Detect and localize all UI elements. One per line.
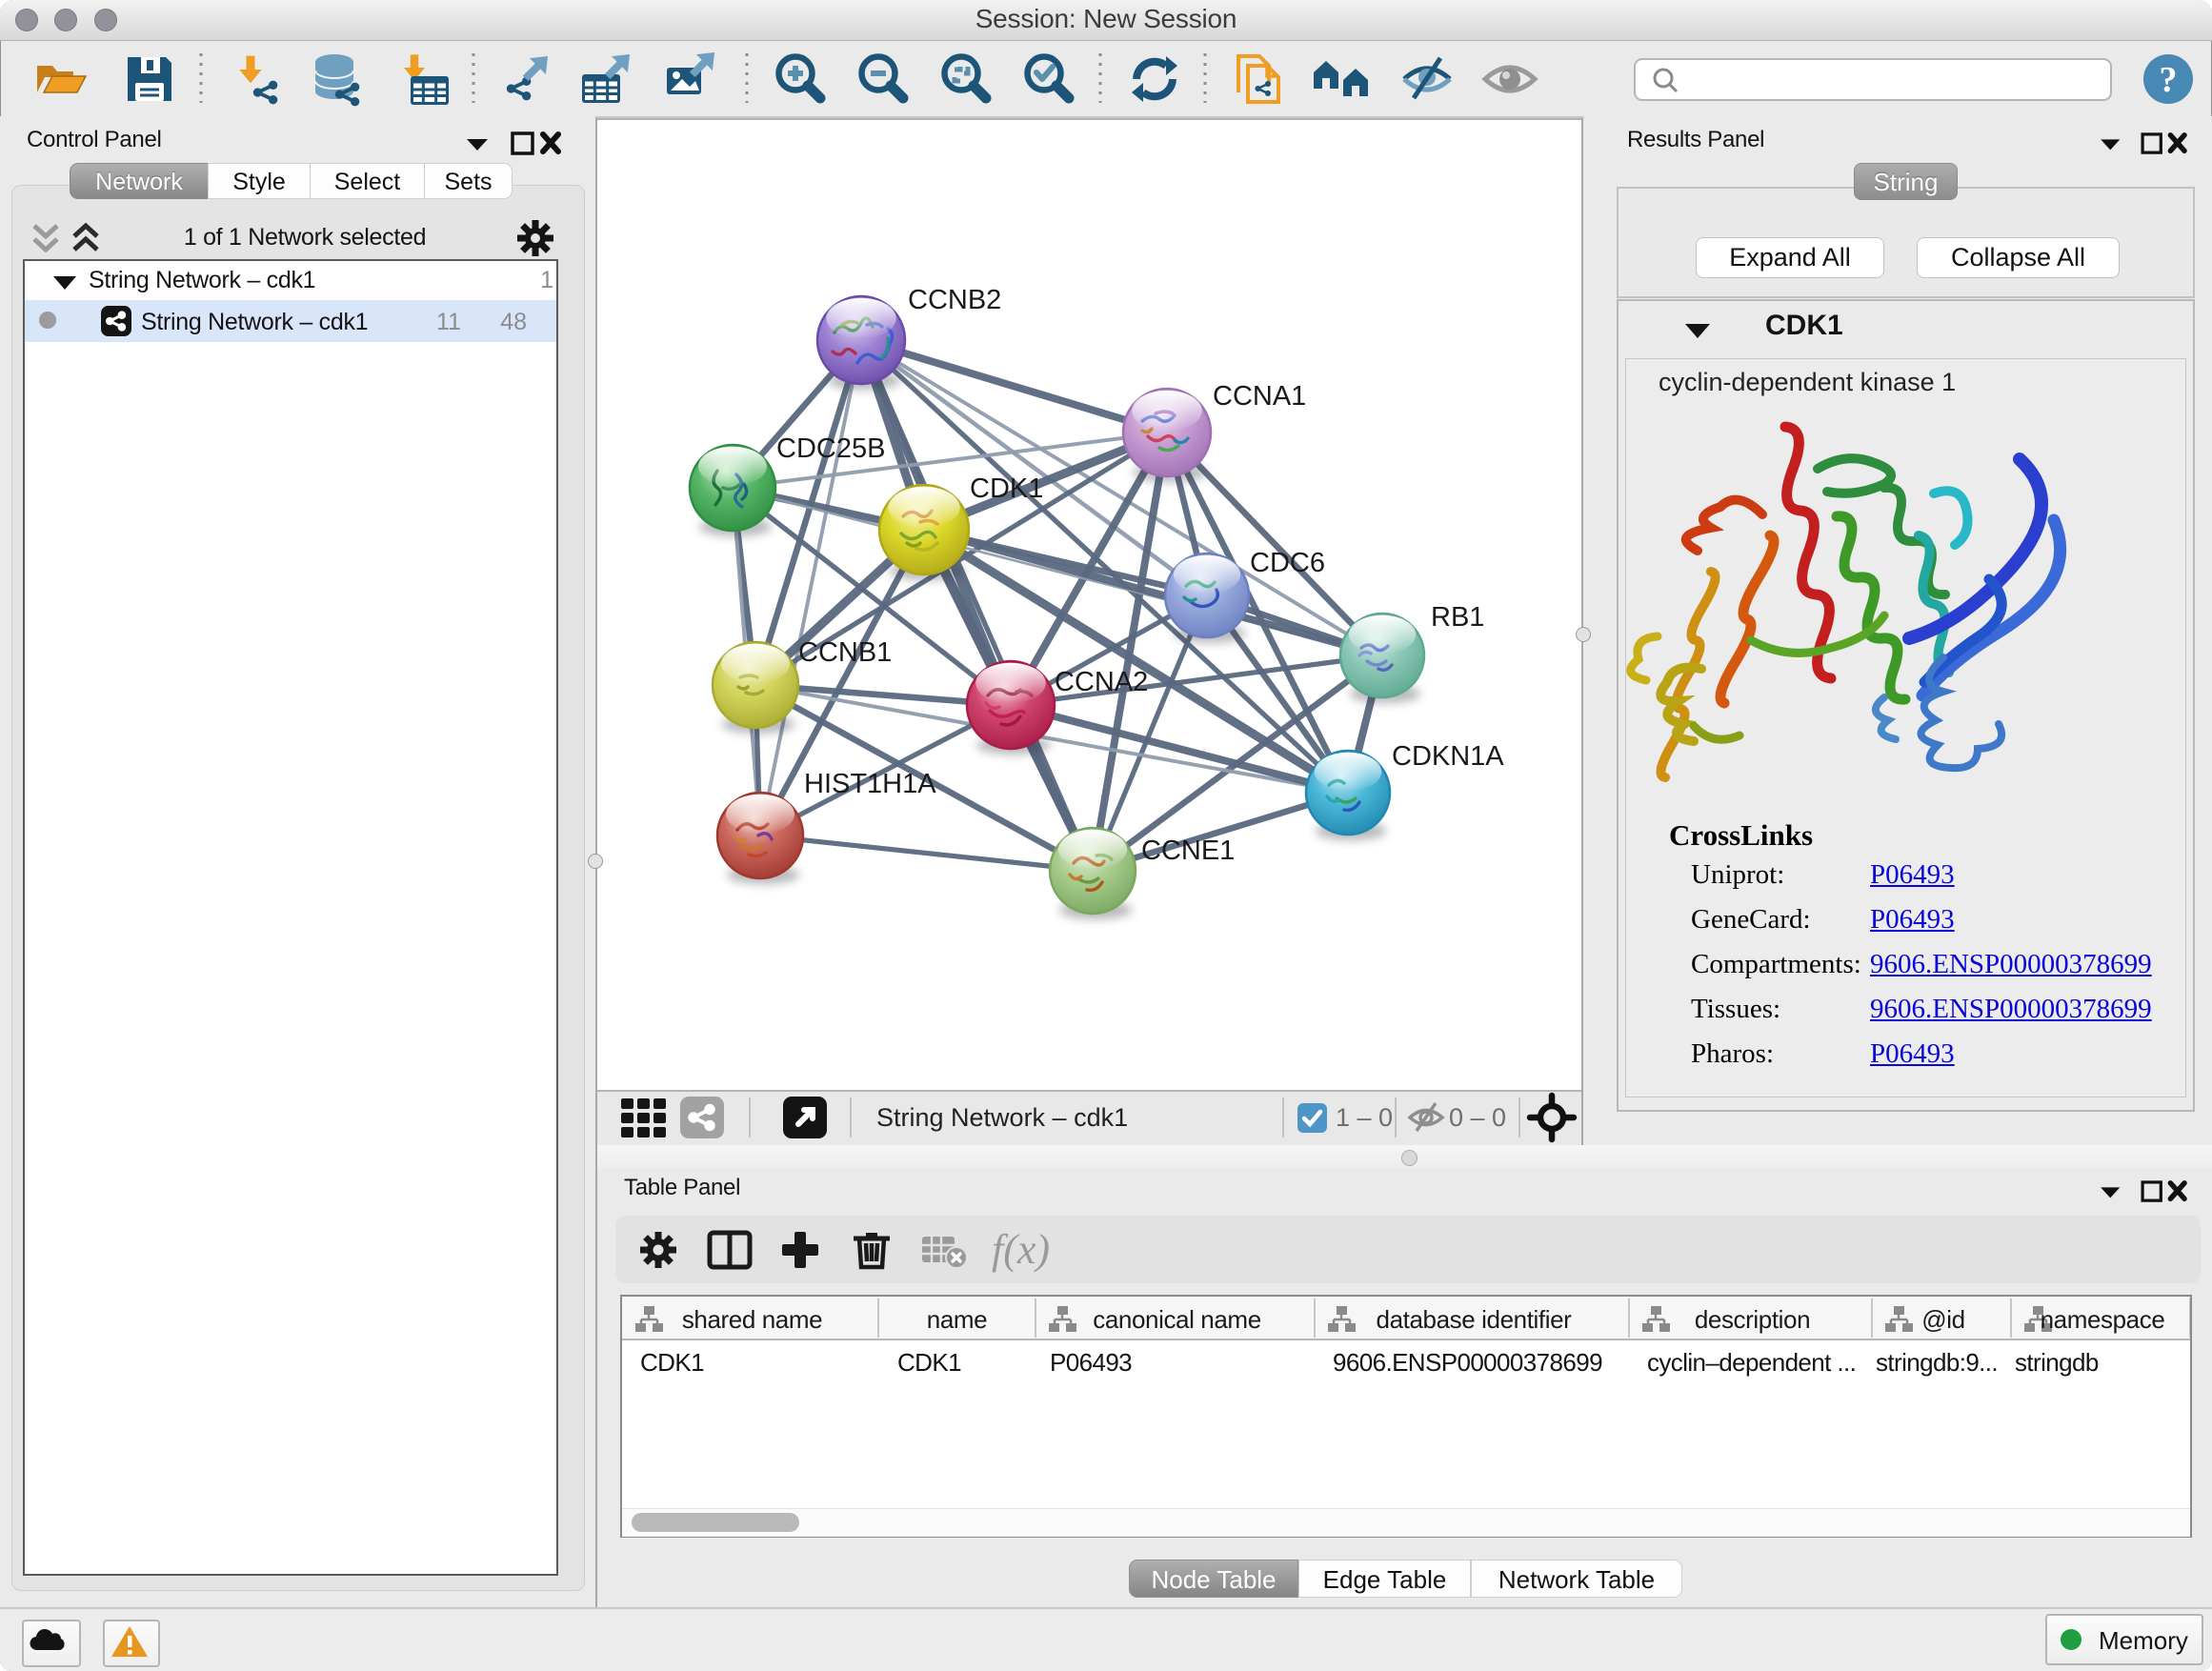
svg-text:CDKN1A: CDKN1A — [1392, 741, 1504, 772]
svg-text:database identifier: database identifier — [1377, 1305, 1573, 1334]
svg-text:@id: @id — [1921, 1305, 1964, 1334]
svg-text:1 – 0: 1 – 0 — [1336, 1103, 1393, 1132]
svg-text:CDK1: CDK1 — [640, 1348, 704, 1377]
svg-text:CDC25B: CDC25B — [776, 433, 885, 464]
svg-text:CCNB2: CCNB2 — [908, 285, 1001, 315]
svg-text:CCNE1: CCNE1 — [1141, 836, 1235, 866]
svg-text:name: name — [927, 1305, 987, 1334]
svg-text:canonical name: canonical name — [1093, 1305, 1261, 1334]
svg-text:CCNB1: CCNB1 — [798, 637, 892, 668]
svg-text:CDK1: CDK1 — [897, 1348, 961, 1377]
svg-text:stringdb:9...: stringdb:9... — [1876, 1348, 1998, 1377]
svg-text:shared name: shared name — [682, 1305, 822, 1334]
svg-text:stringdb: stringdb — [2015, 1348, 2099, 1377]
svg-text:0 – 0: 0 – 0 — [1449, 1103, 1506, 1132]
svg-text:namespace: namespace — [2041, 1305, 2165, 1334]
svg-text:String Network – cdk1: String Network – cdk1 — [876, 1103, 1128, 1132]
svg-text:P06493: P06493 — [1050, 1348, 1132, 1377]
svg-text:HIST1H1A: HIST1H1A — [804, 769, 936, 799]
svg-text:CDK1: CDK1 — [970, 473, 1043, 504]
svg-text:cyclin–dependent ...: cyclin–dependent ... — [1647, 1348, 1856, 1377]
svg-text:description: description — [1695, 1305, 1810, 1334]
svg-text:CCNA2: CCNA2 — [1055, 667, 1148, 697]
svg-text:f(x): f(x) — [992, 1226, 1050, 1273]
svg-text:9606.ENSP00000378699: 9606.ENSP00000378699 — [1333, 1348, 1602, 1377]
svg-text:CDC6: CDC6 — [1250, 548, 1325, 578]
svg-text:CCNA1: CCNA1 — [1213, 381, 1306, 412]
svg-text:RB1: RB1 — [1431, 602, 1484, 633]
